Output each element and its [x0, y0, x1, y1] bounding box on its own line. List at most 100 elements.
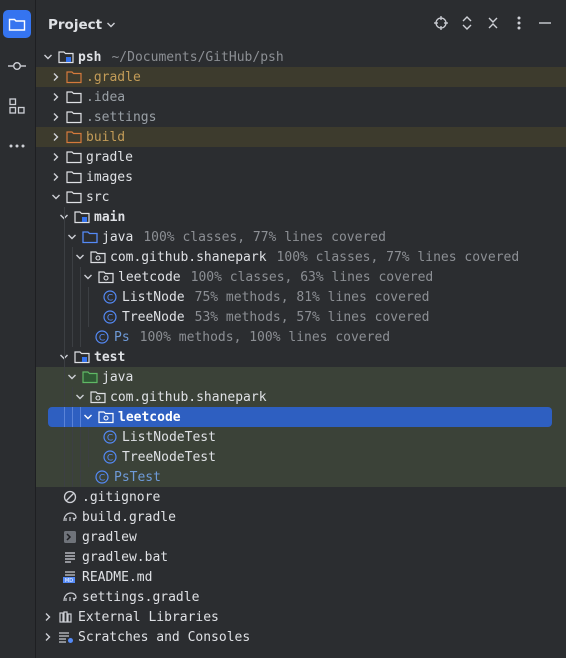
chevron-right-icon[interactable]: [50, 131, 62, 143]
commit-icon[interactable]: [3, 52, 31, 80]
tree-row-ps[interactable]: C Ps 100% methods, 100% lines covered: [36, 327, 566, 347]
excluded-folder-icon: [66, 129, 82, 145]
indent-guide: [88, 447, 89, 467]
indent-guide: [64, 247, 65, 267]
tree-row-gradle-dir[interactable]: .gradle: [36, 67, 566, 87]
tree-row-images[interactable]: images: [36, 167, 566, 187]
tree-row-build-gradle[interactable]: build.gradle: [36, 507, 566, 527]
panel-title[interactable]: Project: [48, 17, 116, 33]
indent-guide: [88, 287, 89, 307]
tree-row-gitignore[interactable]: .gitignore: [36, 487, 566, 507]
indent-guide: [80, 267, 81, 287]
project-tree: psh ~/Documents/GitHub/psh .gradle .idea…: [36, 47, 566, 647]
tree-row-settings[interactable]: .settings: [36, 107, 566, 127]
tree-row-main-leetcode[interactable]: leetcode 100% classes, 63% lines covered: [36, 267, 566, 287]
indent-guide: [64, 467, 65, 487]
svg-text:C: C: [99, 474, 105, 484]
tree-row-test[interactable]: test: [36, 347, 566, 367]
indent-guide: [72, 467, 73, 487]
tree-row-test-leetcode[interactable]: leetcode: [48, 407, 552, 427]
indent-guide: [72, 307, 73, 327]
module-folder-icon: [74, 349, 90, 365]
project-folder-icon[interactable]: [3, 10, 31, 38]
indent-guide: [72, 247, 73, 267]
tree-item-label: TreeNode: [122, 309, 185, 325]
folder-icon: [66, 149, 82, 165]
tree-row-test-leetcode-container: leetcode: [36, 407, 566, 427]
folder-icon: [66, 109, 82, 125]
indent-guide: [72, 447, 73, 467]
markdown-file-icon: MD: [62, 569, 78, 585]
tree-row-root[interactable]: psh ~/Documents/GitHub/psh: [36, 47, 566, 67]
structure-icon[interactable]: [3, 92, 31, 120]
tree-row-treenode[interactable]: C TreeNode 53% methods, 57% lines covere…: [36, 307, 566, 327]
scratches-icon: [58, 629, 74, 645]
chevron-right-icon[interactable]: [50, 71, 62, 83]
minimize-icon[interactable]: [536, 14, 554, 32]
tree-item-label: test: [94, 349, 126, 365]
locate-icon[interactable]: [432, 14, 450, 32]
tree-row-settings-gradle[interactable]: settings.gradle: [36, 587, 566, 607]
tree-row-scratches[interactable]: Scratches and Consoles: [36, 627, 566, 647]
indent-guide: [64, 367, 65, 387]
chevron-right-icon[interactable]: [42, 631, 54, 643]
tree-row-treenodetest[interactable]: C TreeNodeTest: [36, 447, 566, 467]
chevron-down-icon[interactable]: [82, 271, 94, 283]
tree-row-build[interactable]: build: [36, 127, 566, 147]
svg-text:C: C: [99, 334, 105, 344]
tree-row-main-package[interactable]: com.github.shanepark 100% classes, 77% l…: [36, 247, 566, 267]
chevron-down-icon[interactable]: [82, 411, 94, 423]
tree-row-pstest[interactable]: C PsTest: [36, 467, 566, 487]
close-icon[interactable]: [484, 14, 502, 32]
tree-item-label: java: [102, 369, 134, 385]
indent-guide: [80, 447, 81, 467]
svg-text:C: C: [107, 294, 113, 304]
tree-item-label: build: [86, 129, 126, 145]
tree-row-main-java[interactable]: java 100% classes, 77% lines covered: [36, 227, 566, 247]
tree-row-gradlew-bat[interactable]: gradlew.bat: [36, 547, 566, 567]
gradle-icon: [62, 509, 78, 525]
options-icon[interactable]: [510, 14, 528, 32]
package-icon: [90, 389, 106, 405]
chevron-down-icon[interactable]: [42, 51, 54, 63]
tree-item-label: images: [86, 169, 133, 185]
tree-item-label: gradlew.bat: [82, 549, 169, 565]
chevron-right-icon[interactable]: [50, 91, 62, 103]
tree-row-gradle[interactable]: gradle: [36, 147, 566, 167]
ignore-file-icon: [62, 489, 78, 505]
indent-guide: [64, 267, 65, 287]
tree-row-main[interactable]: main: [36, 207, 566, 227]
tree-row-idea[interactable]: .idea: [36, 87, 566, 107]
more-tools-icon[interactable]: [3, 132, 31, 160]
chevron-right-icon[interactable]: [50, 171, 62, 183]
chevron-down-icon[interactable]: [74, 391, 86, 403]
panel-header: Project: [36, 10, 560, 40]
chevron-down-icon[interactable]: [50, 191, 62, 203]
tree-row-src[interactable]: src: [36, 187, 566, 207]
tool-window-strip: [0, 0, 36, 658]
class-icon: C: [102, 429, 118, 445]
folder-icon: [66, 189, 82, 205]
expand-collapse-icon[interactable]: [458, 14, 476, 32]
tree-row-listnodetest[interactable]: C ListNodeTest: [36, 427, 566, 447]
tree-row-readme[interactable]: MD README.md: [36, 567, 566, 587]
package-icon: [90, 249, 106, 265]
module-folder-icon: [74, 209, 90, 225]
coverage-text: 75% methods, 81% lines covered: [194, 289, 430, 305]
chevron-down-icon[interactable]: [74, 251, 86, 263]
tree-item-label: com.github.shanepark: [110, 249, 267, 265]
tree-row-listnode[interactable]: C ListNode 75% methods, 81% lines covere…: [36, 287, 566, 307]
tree-row-gradlew[interactable]: gradlew: [36, 527, 566, 547]
chevron-right-icon[interactable]: [50, 151, 62, 163]
chevron-right-icon[interactable]: [50, 111, 62, 123]
chevron-down-icon[interactable]: [66, 371, 78, 383]
chevron-right-icon[interactable]: [42, 611, 54, 623]
tree-row-test-java[interactable]: java: [36, 367, 566, 387]
tree-row-test-package[interactable]: com.github.shanepark: [36, 387, 566, 407]
source-folder-icon: [82, 229, 98, 245]
tree-row-external-libraries[interactable]: External Libraries: [36, 607, 566, 627]
tree-item-label: gradle: [86, 149, 133, 165]
chevron-down-icon[interactable]: [66, 231, 78, 243]
indent-guide: [80, 327, 81, 347]
indent-guide: [88, 307, 89, 327]
